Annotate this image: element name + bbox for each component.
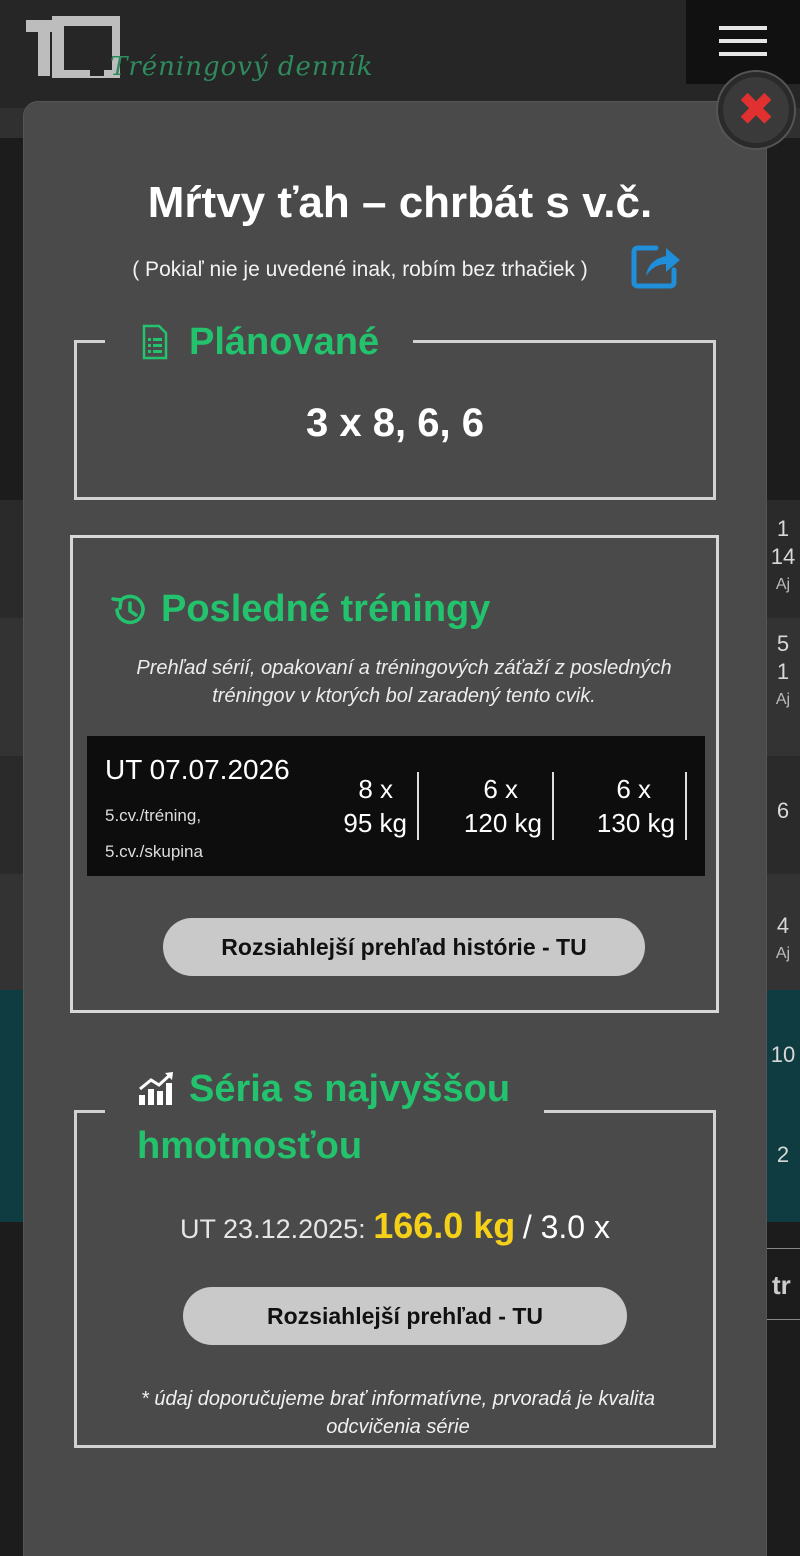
history-icon (111, 594, 145, 624)
heaviest-series-label-cont: hmotnosťou (137, 1125, 363, 1167)
share-icon[interactable] (630, 240, 684, 290)
history-meta: 5.cv./tréning, 5.cv./skupina (105, 798, 203, 870)
menu-icon-bar (719, 52, 767, 56)
heaviest-series-label: Séria s najvyššou (189, 1067, 511, 1110)
set-weight: 130 kg (596, 808, 675, 838)
last-trainings-label: Posledné tréningy (161, 588, 491, 630)
set-cell: 6 x 130 kg (569, 772, 687, 840)
history-meta-line: 5.cv./skupina (105, 842, 203, 861)
record-weight: 166.0 kg (373, 1205, 516, 1246)
background-row-value: 2 (776, 1142, 790, 1167)
chart-growth-icon (139, 1072, 173, 1105)
app-logo[interactable] (24, 14, 124, 82)
menu-button[interactable] (686, 0, 800, 84)
heaviest-series-legend: Séria s najvyššou (105, 1063, 545, 1115)
background-row-value: 4 Aj (775, 913, 791, 962)
set-weight: 95 kg (343, 808, 407, 838)
close-icon: ✖ (736, 83, 776, 135)
exercise-subtitle: ( Pokiaľ nie je uvedené inak, robím bez … (132, 258, 588, 281)
set-reps: 8 x (358, 774, 393, 804)
heaviest-series-section: Séria s najvyššou hmotnosťou UT 23.12.20… (74, 1063, 716, 1448)
set-weight: 120 kg (463, 808, 542, 838)
background-row-value: 5 1 Aj (775, 631, 791, 708)
last-trainings-heading: Posledné tréningy (111, 588, 490, 631)
close-button[interactable]: ✖ (718, 72, 794, 148)
planned-value: 3 x 8, 6, 6 (306, 401, 484, 445)
set-reps: 6 x (483, 774, 518, 804)
last-trainings-description: Prehľad sérií, opakovaní a tréningových … (136, 657, 672, 707)
set-cell: 8 x 95 kg (327, 772, 419, 840)
history-meta-line: 5.cv./tréning, (105, 806, 202, 825)
planned-legend: Plánované (105, 320, 414, 363)
heaviest-series-record: UT 23.12.2025: 166.0 kg / 3.0 x (77, 1205, 713, 1247)
history-overview-button[interactable]: Rozsiahlejší prehľad histórie - TU (163, 918, 645, 976)
history-date: UT 07.07.2026 (105, 754, 290, 785)
logo-mark (26, 14, 124, 82)
document-icon (142, 324, 168, 360)
background-tab-fragment[interactable]: tr (766, 1248, 800, 1320)
app-header: Tréningový denník (0, 0, 800, 108)
series-note: * údaj doporučujeme brať informatívne, p… (140, 1388, 656, 1438)
planned-section: Plánované 3 x 8, 6, 6 (74, 321, 716, 500)
background-row-value: 1 14 Aj (770, 516, 796, 593)
background-row-value: 10 (770, 1042, 796, 1067)
exercise-title: Mŕtvy ťah – chrbát s v.č. (147, 178, 653, 227)
menu-icon-bar (719, 39, 767, 43)
set-cell: 6 x 120 kg (439, 772, 554, 840)
set-reps: 6 x (616, 774, 651, 804)
series-overview-button[interactable]: Rozsiahlejší prehľad - TU (183, 1287, 627, 1345)
record-reps: / 3.0 x (522, 1209, 610, 1245)
record-date: UT 23.12.2025: (180, 1214, 366, 1244)
history-entry: UT 07.07.2026 5.cv./tréning, 5.cv./skupi… (87, 736, 705, 876)
last-trainings-section: Posledné tréningy Prehľad sérií, opakova… (70, 535, 719, 1013)
menu-icon-bar (719, 26, 767, 30)
app-tagline: Tréningový denník (110, 52, 374, 82)
planned-label: Plánované (189, 320, 380, 363)
background-row-value: 6 (776, 798, 790, 823)
